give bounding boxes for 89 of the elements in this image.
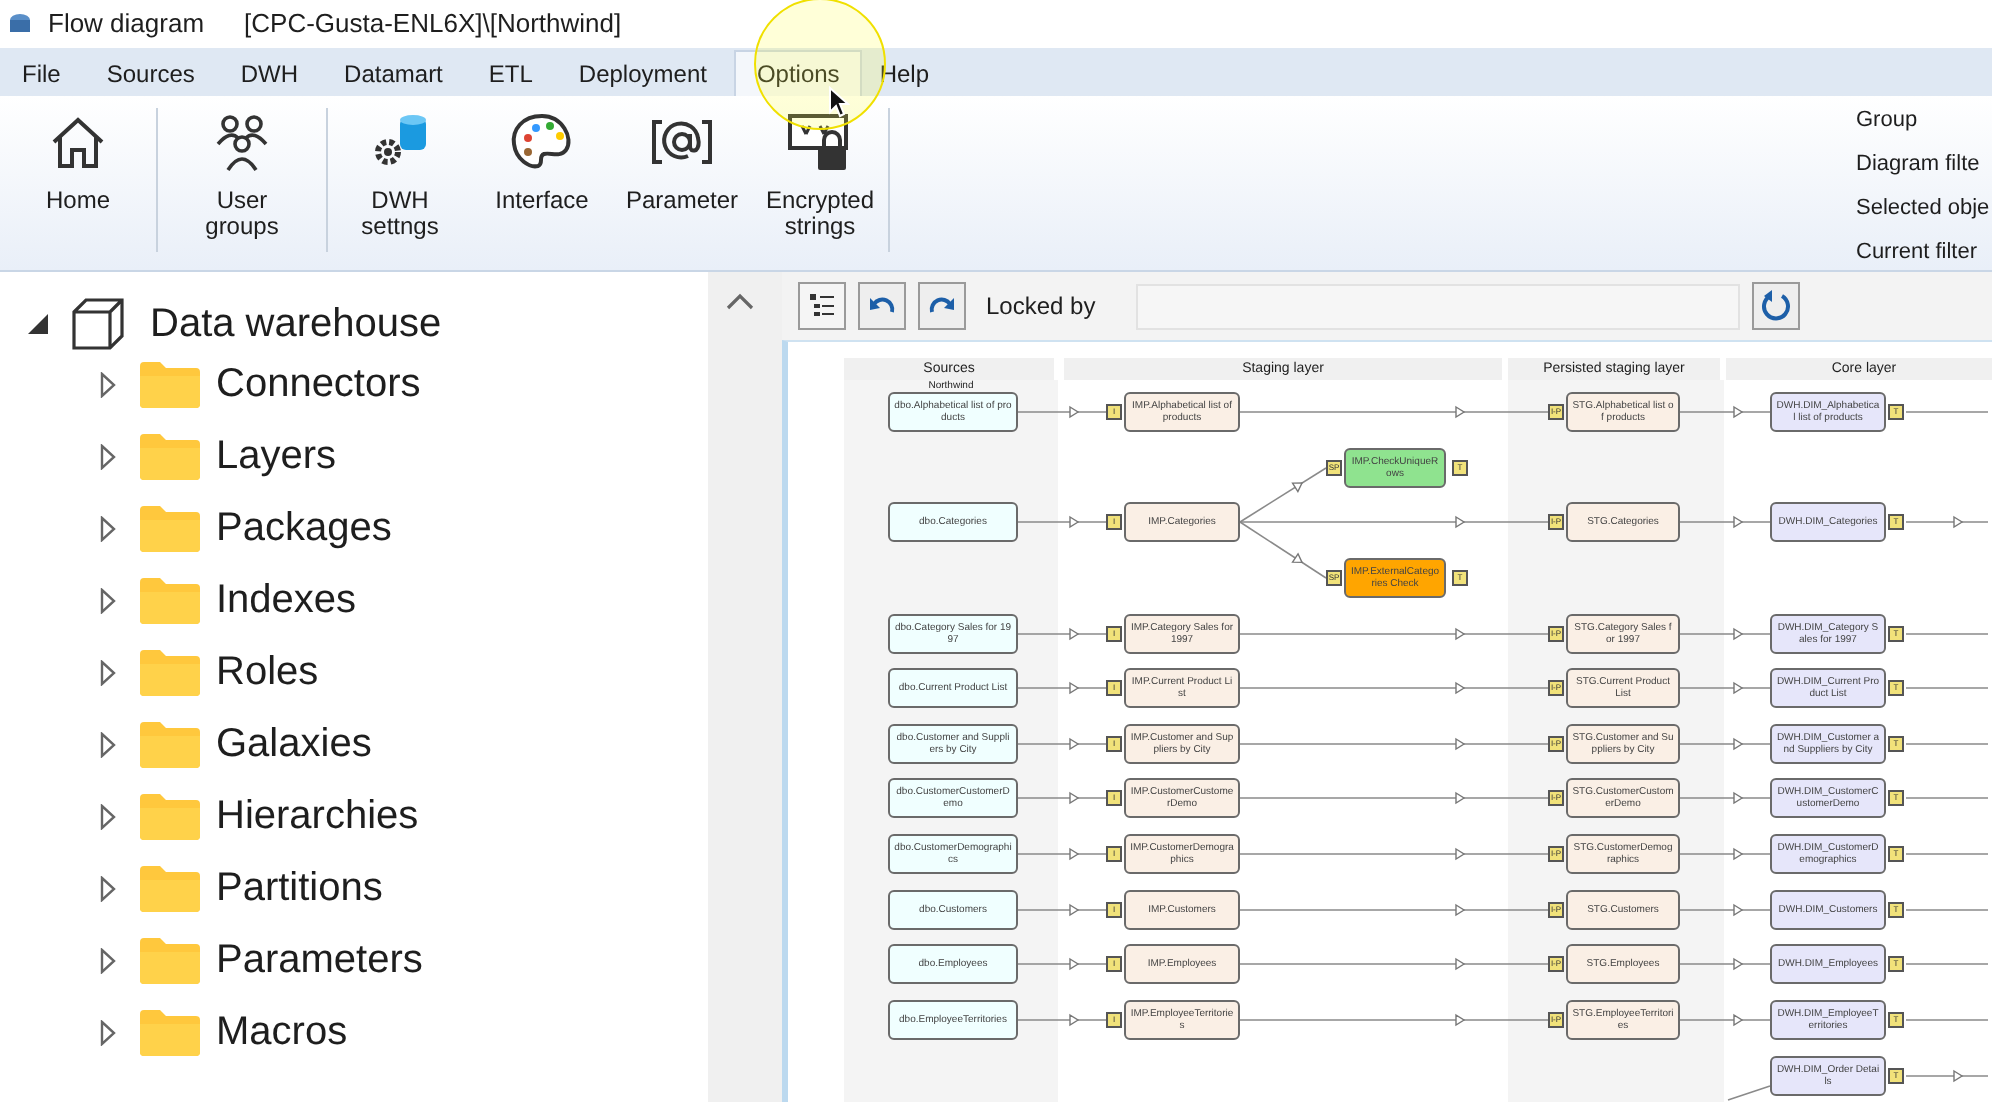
menu-tab[interactable]: DWH: [222, 50, 317, 96]
collapsed-caret-icon[interactable]: [100, 443, 116, 469]
filter-label: Group: [1856, 106, 1920, 136]
tree-item[interactable]: Hierarchies: [216, 786, 419, 846]
folder-icon: [140, 864, 200, 912]
connector-arrow: [1679, 405, 1771, 419]
connector-arrow: [1017, 1013, 1107, 1027]
tree-item[interactable]: Partitions: [216, 858, 383, 918]
connector-arrow: [1017, 515, 1107, 529]
tree-item[interactable]: Layers: [216, 426, 337, 486]
filter-label: Selected obje: [1856, 194, 1990, 224]
tree-item[interactable]: Parameters: [216, 930, 423, 990]
menu-tab[interactable]: File: [4, 50, 79, 96]
collapsed-caret-icon[interactable]: [100, 875, 116, 901]
folder-icon: [140, 576, 200, 624]
menu-tab[interactable]: Options: [734, 50, 862, 96]
connector-arrow: [1017, 903, 1107, 917]
folder-icon: [140, 936, 200, 984]
tree-item[interactable]: Packages: [216, 498, 392, 558]
collapsed-caret-icon[interactable]: [100, 371, 116, 397]
at-bracket-icon: [650, 114, 714, 170]
connector-arrow: [1679, 903, 1771, 917]
menu-tab[interactable]: ETL: [470, 50, 551, 96]
ribbon-button[interactable]: Encrypted strings: [752, 108, 888, 240]
connector-arrow: [1679, 1013, 1771, 1027]
ribbon-button[interactable]: Interface: [472, 108, 612, 214]
cube-icon: [70, 298, 126, 350]
connector-arrow: [1679, 681, 1771, 695]
menu-tab[interactable]: Sources: [88, 50, 213, 96]
home-icon: [48, 114, 108, 170]
connector-arrow: [1679, 737, 1771, 751]
connector-arrow: [1679, 627, 1771, 641]
connector-arrow: [1017, 957, 1107, 971]
tree-item[interactable]: Connectors: [216, 354, 421, 414]
window-path: [CPC-Gusta-ENL6X]\[Northwind]: [244, 6, 622, 43]
palette-icon: [510, 112, 574, 172]
locked-by-label: Locked by: [986, 290, 1096, 324]
window-title: Flow diagram: [48, 6, 205, 43]
tree-item[interactable]: Galaxies: [216, 714, 372, 774]
undo-button[interactable]: [858, 282, 906, 330]
folder-icon: [140, 792, 200, 840]
collapsed-caret-icon[interactable]: [100, 1019, 116, 1045]
connector-arrow: [1679, 791, 1771, 805]
tree-item[interactable]: Roles: [216, 642, 319, 702]
connector-arrow: [1017, 681, 1107, 695]
collapsed-caret-icon[interactable]: [100, 731, 116, 757]
screen-lock-icon: [786, 112, 854, 172]
refresh-icon: [1759, 290, 1792, 322]
folder-icon: [140, 720, 200, 768]
filter-label: Current filter: [1856, 238, 1980, 268]
connector-arrow: [1679, 847, 1771, 861]
menu-tab[interactable]: Datamart: [326, 50, 461, 96]
tree-item[interactable]: Macros: [216, 1002, 348, 1062]
undo-icon: [868, 296, 896, 316]
folder-icon: [140, 504, 200, 552]
ribbon-button[interactable]: Parameter: [612, 108, 752, 214]
ribbon-button[interactable]: User groups: [158, 108, 326, 240]
connector-arrow: [1017, 847, 1107, 861]
cursor-icon: [828, 86, 850, 118]
list-view-button[interactable]: [798, 282, 846, 330]
ribbon-button[interactable]: DWH settngs: [328, 108, 472, 240]
folder-icon: [140, 1008, 200, 1056]
collapsed-caret-icon[interactable]: [100, 803, 116, 829]
collapsed-caret-icon[interactable]: [100, 947, 116, 973]
connector-arrow: [1679, 515, 1771, 529]
list-icon: [808, 292, 836, 320]
connector-arrow: [1679, 957, 1771, 971]
collapsed-caret-icon[interactable]: [100, 515, 116, 541]
users-icon: [212, 112, 272, 172]
tree-item[interactable]: Data warehouse: [150, 294, 442, 354]
connector-arrow: [1017, 405, 1107, 419]
connector-arrow: [1017, 627, 1107, 641]
redo-icon: [928, 296, 956, 316]
collapsed-caret-icon[interactable]: [100, 587, 116, 613]
ribbon-button[interactable]: Home: [0, 108, 156, 214]
menu-tab[interactable]: Deployment: [560, 50, 725, 96]
expanded-caret-icon[interactable]: [26, 312, 50, 336]
collapsed-caret-icon[interactable]: [100, 659, 116, 685]
refresh-button[interactable]: [1751, 282, 1800, 330]
redo-button[interactable]: [918, 282, 966, 330]
connector-arrow: [1017, 737, 1107, 751]
connector-arrow: [1017, 791, 1107, 805]
app-icon: [8, 12, 32, 36]
folder-icon: [140, 360, 200, 408]
folder-icon: [140, 432, 200, 480]
filter-label: Diagram filte: [1856, 150, 1982, 180]
folder-icon: [140, 648, 200, 696]
tree-item[interactable]: Indexes: [216, 570, 357, 630]
scroll-up-icon[interactable]: [726, 292, 754, 310]
